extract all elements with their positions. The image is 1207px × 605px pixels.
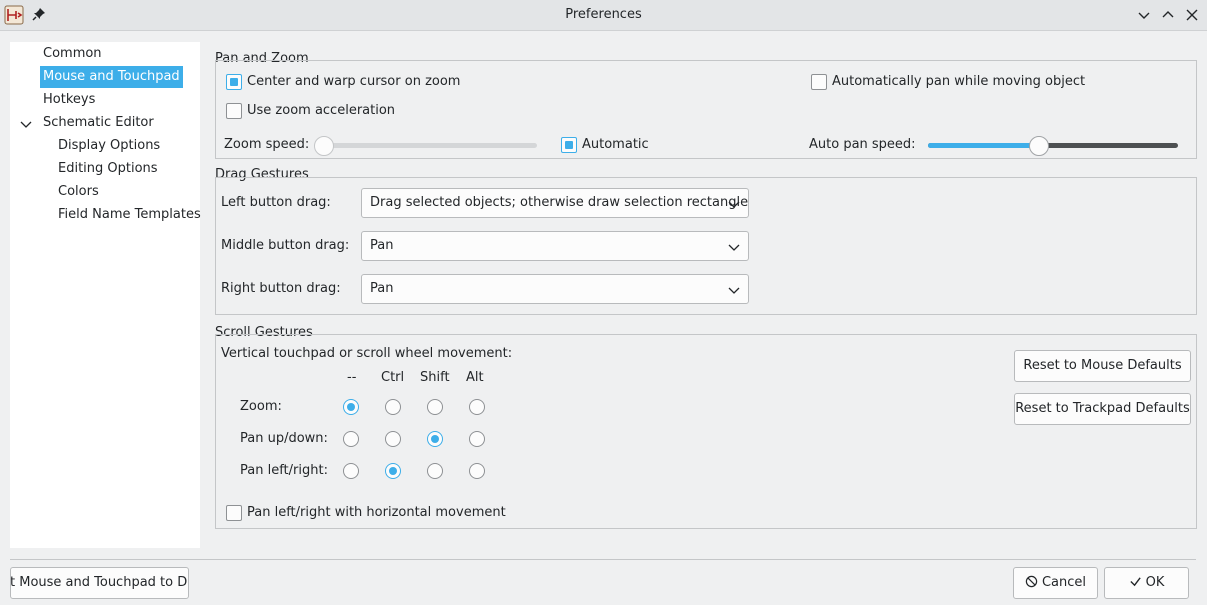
middle-drag-label: Middle button drag: (221, 238, 350, 253)
right-drag-value: Pan (370, 281, 394, 296)
horizontal-pan-checkbox[interactable] (226, 505, 242, 521)
zoom-none-radio[interactable] (343, 399, 359, 415)
tree-item-display-options[interactable]: Display Options (55, 135, 163, 157)
zoom-acceleration-label: Use zoom acceleration (247, 103, 396, 118)
chevron-down-icon (728, 287, 740, 294)
pan-up-down-alt-radio[interactable] (469, 431, 485, 447)
ok-label: OK (1145, 575, 1165, 590)
pan-left-right-shift-radio[interactable] (427, 463, 443, 479)
checkmark-icon (1129, 577, 1141, 587)
pan-up-down-none-radio[interactable] (343, 431, 359, 447)
tree-item-colors[interactable]: Colors (55, 181, 102, 203)
ok-button[interactable]: OK (1104, 567, 1189, 599)
reset-page-defaults-label: t Mouse and Touchpad to Def (10, 575, 189, 590)
column-shift-label: Shift (420, 370, 450, 385)
zoom-speed-slider-handle[interactable] (314, 136, 334, 156)
close-icon[interactable] (1184, 7, 1200, 23)
pan-left-right-row-label: Pan left/right: (240, 463, 328, 478)
zoom-acceleration-checkbox[interactable] (226, 103, 242, 119)
reset-mouse-defaults-button[interactable]: Reset to Mouse Defaults (1014, 350, 1191, 382)
chevron-up-icon[interactable] (1160, 7, 1176, 23)
middle-drag-select[interactable]: Pan (361, 231, 749, 261)
tree-item-mouse-touchpad[interactable]: Mouse and Touchpad (40, 66, 183, 88)
tree-item-schematic-editor[interactable]: Schematic Editor (40, 112, 157, 134)
right-drag-select[interactable]: Pan (361, 274, 749, 304)
cancel-icon (1025, 575, 1038, 588)
scroll-subtitle: Vertical touchpad or scroll wheel moveme… (221, 346, 513, 361)
footer-separator (10, 559, 1196, 560)
zoom-shift-radio[interactable] (427, 399, 443, 415)
chevron-down-icon (728, 201, 740, 208)
zoom-row-label: Zoom: (240, 399, 282, 414)
cancel-button[interactable]: Cancel (1013, 567, 1098, 599)
chevron-down-icon[interactable] (20, 118, 32, 130)
tree-item-field-name-templates[interactable]: Field Name Templates (55, 204, 204, 226)
zoom-alt-radio[interactable] (469, 399, 485, 415)
tree-item-common[interactable]: Common (40, 43, 105, 65)
chevron-down-icon (728, 244, 740, 251)
zoom-ctrl-radio[interactable] (385, 399, 401, 415)
automatic-checkbox[interactable] (561, 137, 577, 153)
auto-pan-speed-fill (928, 143, 1039, 148)
left-drag-label: Left button drag: (221, 195, 331, 210)
pan-up-down-ctrl-radio[interactable] (385, 431, 401, 447)
column-ctrl-label: Ctrl (381, 370, 405, 385)
horizontal-pan-label: Pan left/right with horizontal movement (247, 505, 506, 520)
auto-pan-speed-label: Auto pan speed: (809, 137, 916, 152)
zoom-speed-slider[interactable] (314, 136, 537, 156)
column-none-label: -- (347, 370, 357, 385)
chevron-down-icon[interactable] (1136, 7, 1152, 23)
auto-pan-checkbox[interactable] (811, 74, 827, 90)
cancel-label: Cancel (1041, 575, 1087, 590)
reset-page-defaults-button[interactable]: t Mouse and Touchpad to Def (10, 567, 189, 599)
pan-left-right-none-radio[interactable] (343, 463, 359, 479)
window-title: Preferences (565, 7, 642, 22)
automatic-label: Automatic (582, 137, 649, 152)
column-alt-label: Alt (466, 370, 484, 385)
auto-pan-speed-slider[interactable] (928, 136, 1178, 156)
center-warp-checkbox[interactable] (226, 74, 242, 90)
pan-left-right-ctrl-radio[interactable] (385, 463, 401, 479)
title-bar: Preferences (0, 0, 1207, 31)
right-drag-label: Right button drag: (221, 281, 341, 296)
tree-item-editing-options[interactable]: Editing Options (55, 158, 161, 180)
middle-drag-value: Pan (370, 238, 394, 253)
preferences-tree: Common Mouse and Touchpad Hotkeys Schema… (10, 42, 201, 548)
center-warp-label: Center and warp cursor on zoom (247, 74, 461, 89)
pan-up-down-row-label: Pan up/down: (240, 431, 328, 446)
auto-pan-speed-slider-handle[interactable] (1029, 136, 1049, 156)
zoom-speed-label: Zoom speed: (224, 137, 310, 152)
auto-pan-label: Automatically pan while moving object (832, 74, 1086, 89)
left-drag-select[interactable]: Drag selected objects; otherwise draw se… (361, 188, 749, 218)
left-drag-value: Drag selected objects; otherwise draw se… (370, 195, 749, 210)
tree-item-hotkeys[interactable]: Hotkeys (40, 89, 98, 111)
pan-left-right-alt-radio[interactable] (469, 463, 485, 479)
reset-trackpad-defaults-button[interactable]: Reset to Trackpad Defaults (1014, 393, 1191, 425)
pan-up-down-shift-radio[interactable] (427, 431, 443, 447)
